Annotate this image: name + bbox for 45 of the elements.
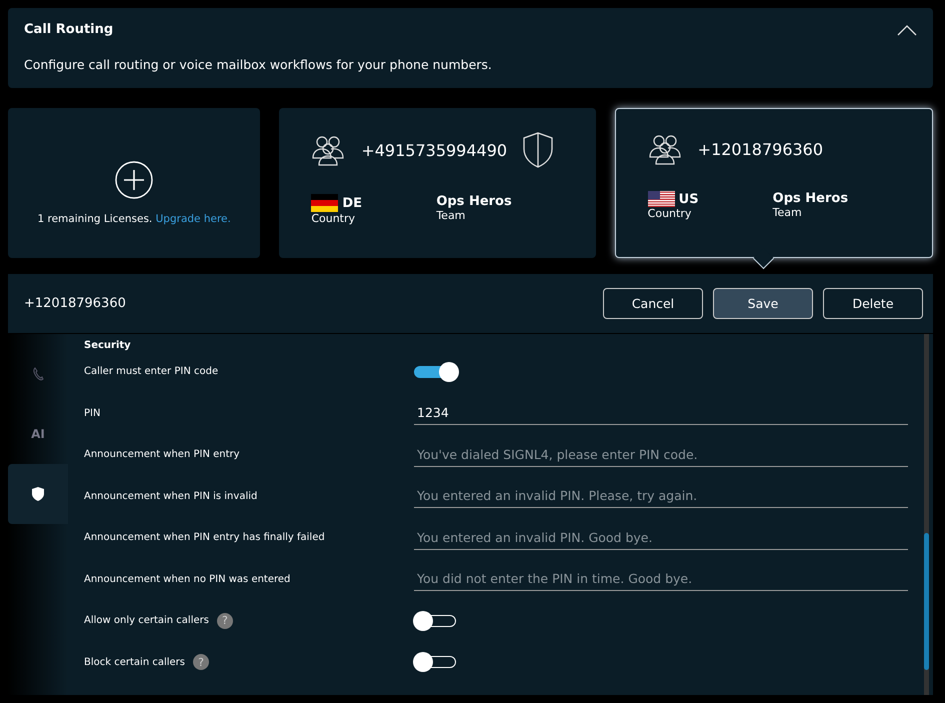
input-field[interactable]: You entered an invalid PIN. Good bye. [414,526,908,550]
plus-circle-icon[interactable] [115,161,154,199]
setting-label: Announcement when PIN entry has finally failed [84,532,325,544]
phone-number: +12018796360 [698,140,824,158]
action-button[interactable]: Delete [823,288,923,319]
phone-number-card[interactable]: +4915735994490 DE Country Ops Heros Team [279,108,596,258]
shield-icon [32,487,44,501]
input-field[interactable]: You entered an invalid PIN. Please, try again. [414,484,908,508]
input-field[interactable]: You did not enter the PIN in time. Good bye. [414,567,908,592]
team-name: Ops Heros [772,191,850,206]
input-field[interactable]: You've dialed SIGNL4, please enter PIN code. [414,442,908,467]
setting-label: PIN [84,408,100,419]
setting-label: Announcement when no PIN was entered [84,574,290,585]
input-field[interactable]: 1234 [414,401,908,426]
collapse-icon[interactable] [897,24,917,36]
setting-label: Block certain callers [84,656,185,668]
setting-label: Allow only certain callers [84,615,209,626]
licenses-text: 1 remaining Licenses. [37,213,152,225]
flag-icon [648,191,675,207]
selected-number: +12018796360 [24,296,126,311]
flag-icon [311,194,338,212]
team-name: Ops Heros [436,194,513,209]
setting-label: Announcement when PIN is invalid [84,490,258,502]
country-code: US [678,192,699,206]
country-label: Country [311,212,356,225]
team-label: Team [772,206,803,219]
phone-number: +4915735994490 [361,140,508,160]
scrollbar-thumb[interactable] [924,532,929,670]
side-tab[interactable]: AI [8,404,68,464]
setting-label: Announcement when PIN entry [84,449,240,460]
side-tab[interactable] [8,464,68,524]
panel-title: Call Routing [24,22,114,37]
action-button[interactable]: Cancel [603,288,703,319]
panel-description: Configure call routing or voice mailbox workflows for your phone numbers. [24,57,493,72]
phone-icon [32,367,44,381]
section-title: Security [84,340,132,351]
upgrade-link[interactable]: Upgrade here. [156,213,231,225]
country-label: Country [648,207,692,220]
setting-label: Caller must enter PIN code [84,366,218,378]
users-icon [648,133,682,165]
action-button[interactable]: Save [713,288,813,319]
add-number-card[interactable]: 1 remaining Licenses. Upgrade here. [8,108,260,258]
country-code: DE [342,196,362,210]
users-icon [311,134,346,166]
team-label: Team [436,209,466,222]
